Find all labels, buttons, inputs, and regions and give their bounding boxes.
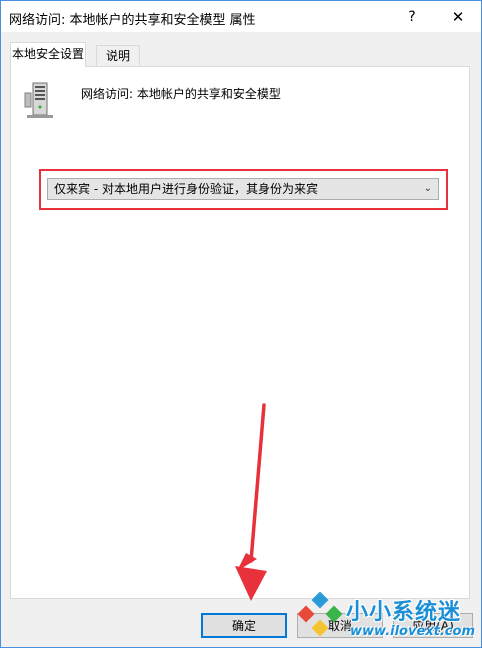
chevron-down-icon: ⌄: [423, 183, 432, 194]
window-title: 网络访问: 本地帐户的共享和安全模型 属性: [9, 13, 256, 28]
server-icon: [24, 82, 53, 118]
select-value: 仅来宾 - 对本地用户进行身份验证，其身份为来宾: [54, 182, 318, 196]
windows-logo-icon: [297, 592, 343, 637]
title-bar: 网络访问: 本地帐户的共享和安全模型 属性 ? ✕: [1, 1, 481, 32]
properties-dialog: 网络访问: 本地帐户的共享和安全模型 属性 ? ✕ 本地安全设置 说明 网络访问…: [0, 0, 482, 648]
tab-explain[interactable]: 说明: [96, 45, 140, 67]
watermark-title: 小小系统迷: [346, 600, 462, 625]
security-model-select[interactable]: 仅来宾 - 对本地用户进行身份验证，其身份为来宾 ⌄: [47, 178, 439, 200]
tab-local-security-setting[interactable]: 本地安全设置: [10, 42, 86, 67]
close-button[interactable]: ✕: [435, 1, 481, 32]
red-arrow-annotation: [235, 403, 267, 601]
highlight-annotation: 仅来宾 - 对本地用户进行身份验证，其身份为来宾 ⌄: [39, 169, 448, 210]
policy-name: 网络访问: 本地帐户的共享和安全模型: [81, 87, 281, 101]
watermark: 小小系统迷 www.ilovext.com: [290, 586, 482, 646]
ok-button[interactable]: 确定: [201, 613, 287, 638]
watermark-url: www.ilovext.com: [350, 624, 475, 639]
help-button[interactable]: ?: [389, 1, 435, 32]
